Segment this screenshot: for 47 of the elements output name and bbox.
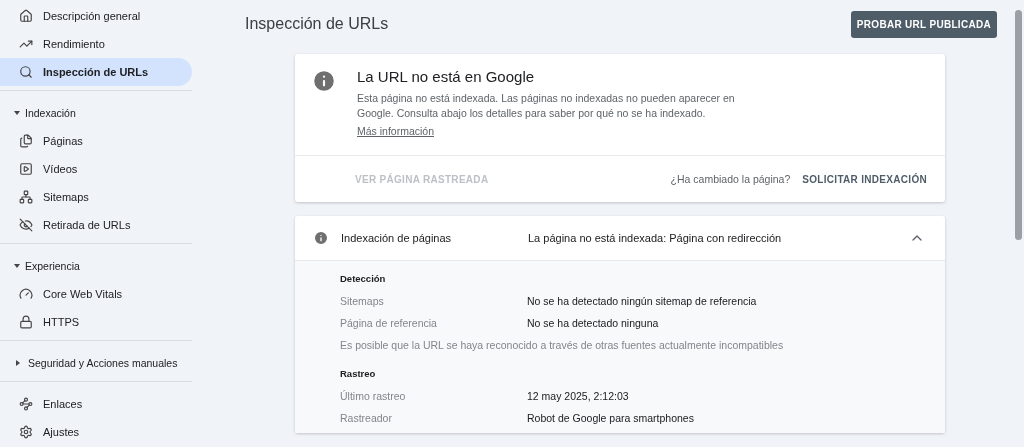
more-info-link[interactable]: Más información (357, 125, 435, 137)
detail-value: 12 may 2025, 2:12:03 (527, 390, 629, 402)
settings-icon (19, 425, 33, 439)
status-description: Esta página no está indexada. Las páginas no indexadas no pueden aparecer en Google. Consulta abajo los detalles para saber por qué no se ha indexado. (357, 91, 736, 121)
scrollbar[interactable] (1015, 10, 1022, 240)
sidebar-section-header[interactable]: Seguridad y Acciones manuales (0, 349, 192, 377)
detail-label: Página de referencia (340, 317, 438, 329)
detail-value: No se ha detectado ningún sitemap de referencia (527, 295, 757, 307)
page-title: Inspección de URLs (245, 15, 389, 33)
info-icon (311, 68, 337, 94)
section-title: Rastreo (340, 368, 377, 379)
sidebar-item[interactable]: Retirada de URLs (0, 211, 192, 239)
detail-value: Robot de Google para smartphones (527, 412, 694, 424)
indexing-summary: La página no está indexada: Página con redirección (528, 232, 783, 244)
request-indexing-button[interactable]: SOLICITAR INDEXACIÓN (802, 169, 927, 189)
question-text: ¿Ha cambiado la página? (670, 173, 791, 185)
detail-label: Rastreador (340, 412, 393, 424)
indexing-label: Indexación de páginas (341, 232, 453, 244)
sidebar-item[interactable]: Sitemaps (0, 183, 192, 211)
status-title: La URL no está en Google (357, 68, 536, 85)
sidebar-item[interactable]: HTTPS (0, 308, 192, 336)
info-icon (313, 230, 329, 246)
sitemap-icon (19, 190, 33, 204)
home-icon (19, 9, 33, 23)
gauge-icon (19, 287, 33, 301)
video-icon (19, 162, 33, 176)
sidebar-item[interactable]: Vídeos (0, 155, 192, 183)
sidebar-item[interactable]: Inspección de URLs (0, 58, 192, 86)
sidebar-item[interactable]: Rendimiento (0, 30, 192, 58)
sidebar-section-header[interactable]: Indexación (0, 99, 192, 127)
detail-label: Sitemaps (340, 295, 385, 307)
detail-label: Último rastreo (340, 390, 407, 402)
test-live-url-button[interactable]: PROBAR URL PUBLICADA (850, 10, 997, 38)
eye-off-icon (19, 218, 33, 232)
sidebar-section-header[interactable]: Experiencia (0, 252, 192, 280)
pages-icon (19, 134, 33, 148)
sidebar-item[interactable]: Páginas (0, 127, 192, 155)
detail-value: No se ha detectado ninguna (527, 317, 659, 329)
sidebar-item[interactable]: Ajustes (0, 418, 192, 446)
sidebar-item[interactable]: Descripción general (0, 2, 192, 30)
search-icon (19, 65, 33, 79)
section-title: Detección (340, 273, 387, 284)
sidebar-item[interactable]: Enlaces (0, 390, 192, 418)
lock-icon (19, 315, 33, 329)
network-icon (19, 397, 33, 411)
detail-note: Es posible que la URL se haya reconocido a través de otras fuentes actualmente incompatibles (340, 339, 784, 351)
sidebar-item[interactable]: Core Web Vitals (0, 280, 192, 308)
